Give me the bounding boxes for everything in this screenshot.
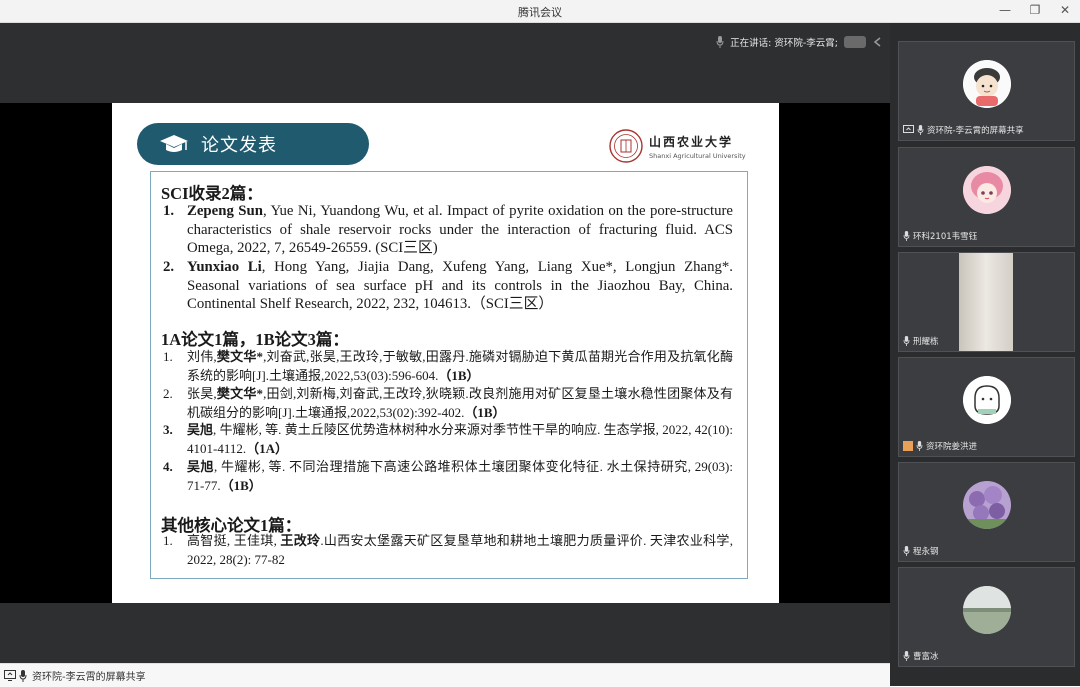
reference-prefix: 张昊, [187,386,217,401]
participant-name: 曹富冰 [913,652,939,662]
author-name: 樊文华* [216,386,264,401]
mic-icon [19,669,27,682]
avatar [963,481,1011,529]
grade-tag: （1B） [220,477,262,493]
participant-tile[interactable]: 程永钢 [898,462,1075,562]
participant-tile[interactable]: 曹富冰 [898,567,1075,667]
item-number: 3. [163,422,173,437]
presentation-slide: 论文发表 山西农业大学 Shanxi Agricultural Universi… [112,103,779,603]
reference-prefix: 刘伟, [187,349,217,364]
list-item: 1. 刘伟,樊文华*,刘奋武,张昊,王改玲,于敏敏,田露丹.施磷对镉胁迫下黄瓜苗… [163,348,733,385]
author-name: 樊文华* [216,349,264,364]
graduation-cap-icon [160,135,188,152]
restore-icon[interactable]: ❐ [1028,2,1042,18]
reference-body: , Yue Ni, Yuandong Wu, et al. Impact of … [187,203,733,256]
item-number: 4. [163,459,173,474]
list-item: 2. 张昊,樊文华*,田剑,刘新梅,刘奋武,王改玲,狄晓颖.改良剂施用对矿区复垦… [163,385,733,422]
reference-text: 高智挺, 王佳琪, 王改玲.山西安太堡露天矿区复垦草地和耕地土壤肥力质量评价. … [187,532,733,569]
screen-share-icon [4,669,16,681]
cartoon-avatar-icon [963,60,1011,108]
reference-body: , 牛耀彬, 等. 不同治理措施下高速公路堆积体土壤团聚体变化特征. 水土保持研… [187,459,733,493]
university-logo: 山西农业大学 Shanxi Agricultural University [609,129,746,163]
reference-text: 张昊,樊文华*,田剑,刘新梅,刘奋武,王改玲,狄晓颖.改良剂施用对矿区复垦土壤水… [187,385,733,422]
screen-share-label-bar: 资环院-李云霄的屏幕共享 [0,663,890,687]
author-name: Yunxiao Li [187,259,262,275]
grade-tag: （1A） [246,440,288,456]
participant-name: 环科2101韦雪钰 [913,232,978,242]
mic-icon [903,546,910,556]
author-name: 王改玲 [280,533,321,548]
item-number: 1. [163,349,173,364]
mic-icon [916,441,923,451]
reference-text: 刘伟,樊文华*,刘奋武,张昊,王改玲,于敏敏,田露丹.施磷对镉胁迫下黄瓜苗期光合… [187,348,733,385]
screen-share-label: 资环院-李云霄的屏幕共享 [32,672,146,683]
item-number: 1. [163,203,175,219]
reference-text: Zepeng Sun, Yue Ni, Yuandong Wu, et al. … [187,202,733,258]
participant-name: 资环院姜洪进 [926,442,978,452]
list-item: 2. Yunxiao Li, Hong Yang, Jiajia Dang, X… [163,258,733,314]
reference-prefix: 高智挺, 王佳琪, [187,533,281,548]
main-stage: 正在讲话: 资环院-李云霄; 论文发表 山西农业大学 Shanxi Agricu… [0,23,890,663]
close-icon[interactable]: ✕ [1058,2,1072,18]
reference-body: , Hong Yang, Jiajia Dang, Xufeng Yang, L… [187,259,733,312]
author-name: 吴旭 [187,422,214,437]
cartoon-face-avatar-icon [963,376,1011,424]
user-avatar-icon [903,441,913,451]
avatar [963,60,1011,108]
reference-text: 吴旭, 牛耀彬, 等. 不同治理措施下高速公路堆积体土壤团聚体变化特征. 水土保… [187,458,733,495]
participant-tile[interactable]: 资环院-李云霄的屏幕共享 [898,41,1075,141]
speaker-avatars [844,36,866,48]
participant-tile[interactable]: 环科2101韦雪钰 [898,147,1075,247]
window-title: 腾讯会议 [518,6,562,19]
avatar [963,376,1011,424]
grade-tag: （1B） [438,367,480,383]
anime-girl-avatar-icon [963,166,1011,214]
grade-tag: （1B） [464,404,506,420]
list-item: 4. 吴旭, 牛耀彬, 等. 不同治理措施下高速公路堆积体土壤团聚体变化特征. … [163,458,733,495]
mic-icon [903,336,910,346]
participant-sidebar: 资环院-李云霄的屏幕共享 环科2101韦雪钰 刑耀栋 资环院姜洪进 程永钢 曹富… [890,23,1080,686]
collapse-arrow-icon[interactable] [872,36,884,48]
list-item: 1. 高智挺, 王佳琪, 王改玲.山西安太堡露天矿区复垦草地和耕地土壤肥力质量评… [163,532,733,569]
screen-share-icon [903,125,914,133]
item-number: 2. [163,259,175,275]
avatar [963,166,1011,214]
participant-tile[interactable]: 刑耀栋 [898,252,1075,352]
shared-screen: 论文发表 山西农业大学 Shanxi Agricultural Universi… [0,103,890,603]
speaking-indicator: 正在讲话: 资环院-李云霄; [716,33,884,51]
university-name-en: Shanxi Agricultural University [649,151,746,160]
minimize-icon[interactable]: — [998,2,1012,18]
mic-icon [903,231,910,241]
mic-icon [716,36,724,48]
author-name: 吴旭 [187,459,215,474]
reference-text: Yunxiao Li, Hong Yang, Jiajia Dang, Xufe… [187,258,733,314]
list-item: 1. Zepeng Sun, Yue Ni, Yuandong Wu, et a… [163,202,733,258]
participant-tile[interactable]: 资环院姜洪进 [898,357,1075,457]
sci-section-heading: SCI收录2篇： [161,184,263,203]
landscape-avatar-icon [963,586,1011,634]
mic-icon [903,651,910,661]
participant-name: 资环院-李云霄的屏幕共享 [927,126,1024,136]
author-name: Zepeng Sun [187,203,263,219]
reference-text: 吴旭, 牛耀彬, 等. 黄土丘陵区优势造林树种水分来源对季节性干旱的响应. 生态… [187,421,733,458]
ab-section-heading: 1A论文1篇，1B论文3篇： [161,330,349,349]
item-number: 1. [163,533,173,548]
slide-title: 论文发表 [201,135,277,156]
mic-icon [917,125,924,135]
item-number: 2. [163,386,173,401]
list-item: 3. 吴旭, 牛耀彬, 等. 黄土丘陵区优势造林树种水分来源对季节性干旱的响应.… [163,421,733,458]
participant-name: 程永钢 [913,547,939,557]
university-name-cn: 山西农业大学 [649,134,734,149]
participant-video [959,253,1013,351]
slide-title-banner: 论文发表 [137,123,369,165]
university-seal-icon [609,129,643,163]
publication-list: SCI收录2篇： 1. Zepeng Sun, Yue Ni, Yuandong… [150,171,748,579]
avatar [963,586,1011,634]
reference-body: ,田剑,刘新梅,刘奋武,王改玲,狄晓颖.改良剂施用对矿区复垦土壤水稳性团聚体及有… [187,386,733,420]
speaking-text: 正在讲话: 资环院-李云霄; [730,38,838,49]
flower-tree-avatar-icon [963,481,1011,529]
window-titlebar: 腾讯会议 — ❐ ✕ [0,0,1080,23]
participant-name: 刑耀栋 [913,337,939,347]
